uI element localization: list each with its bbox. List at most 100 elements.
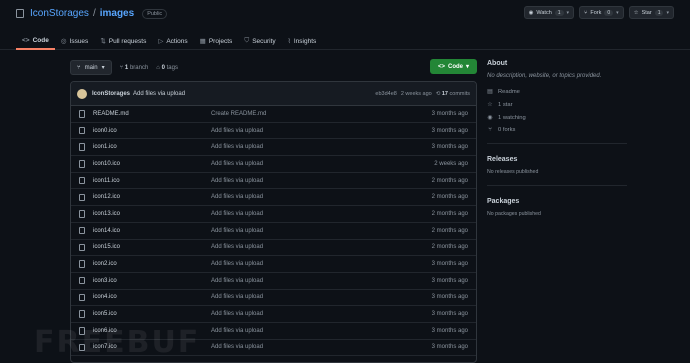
file-age: 3 months ago [431, 344, 468, 351]
tab-security[interactable]: ⛉ Security [238, 32, 281, 50]
file-age: 2 months ago [431, 177, 468, 184]
file-age: 2 months ago [431, 244, 468, 251]
star-count: 1 [654, 9, 664, 16]
commit-message[interactable]: Add files via upload [133, 91, 185, 97]
readme-link[interactable]: ▤ Readme [487, 88, 627, 96]
file-icon [79, 260, 85, 268]
file-name-link[interactable]: icon15.ico [93, 244, 211, 250]
file-name-link[interactable]: icon13.ico [93, 211, 211, 217]
file-name-link[interactable]: icon5.ico [93, 311, 211, 317]
file-commit-message[interactable]: Add files via upload [211, 311, 432, 317]
issue-icon: ◎ [60, 38, 67, 45]
tab-projects-label: Projects [208, 37, 233, 45]
file-commit-message[interactable]: Create README.md [211, 111, 432, 117]
tags-link[interactable]: ⌂ 0 tags [156, 65, 178, 71]
file-commit-message[interactable]: Add files via upload [211, 178, 432, 184]
file-commit-message[interactable]: Add files via upload [211, 261, 432, 267]
fork-button[interactable]: ⑂ Fork 0 ▾ [579, 6, 624, 19]
tab-code[interactable]: <> Code [16, 32, 55, 50]
chevron-down-icon: ▾ [466, 64, 470, 70]
releases-text: No releases published [487, 169, 539, 175]
file-age: 2 months ago [431, 227, 468, 234]
repo-icon [16, 9, 24, 18]
file-commit-message[interactable]: Add files via upload [211, 244, 432, 250]
code-icon: <> [22, 36, 30, 44]
file-name-link[interactable]: icon11.ico [93, 178, 211, 184]
packages-heading[interactable]: Packages [487, 198, 627, 205]
history-icon: ⟲ [435, 90, 441, 97]
file-icon [79, 210, 85, 218]
file-name-link[interactable]: icon10.ico [93, 161, 211, 167]
stars-label: 1 star [498, 101, 513, 108]
watching-label: 1 watching [498, 114, 526, 121]
repo-title: IconStorages / images Public [16, 8, 168, 19]
code-button[interactable]: <> Code ▾ [430, 59, 477, 74]
tab-pull-requests[interactable]: ⇅ Pull requests [94, 32, 152, 50]
watching-link[interactable]: ◉ 1 watching [487, 114, 627, 122]
repo-separator: / [92, 8, 96, 19]
file-icon [79, 176, 85, 185]
commit-author[interactable]: IconStorages [92, 91, 130, 97]
commits-link[interactable]: ⟲ 17 commits [436, 91, 470, 97]
table-row: icon15.ico Add files via upload 2 months a… [71, 240, 476, 257]
code-button-label: Code [448, 63, 463, 70]
table-row: icon3.ico Add files via upload 3 months ag… [71, 273, 476, 290]
table-icon: ▦ [199, 38, 206, 45]
chevron-down-icon: ▾ [101, 65, 105, 71]
file-commit-message[interactable]: Add files via upload [211, 211, 432, 217]
file-commit-message[interactable]: Add files via upload [211, 344, 432, 350]
latest-commit: IconStorages Add files via upload eb3d4e… [71, 82, 476, 106]
file-name-link[interactable]: icon1.ico [93, 144, 211, 150]
watch-button[interactable]: ◉ Watch 1 ▾ [523, 6, 575, 19]
tab-issues-label: Issues [69, 37, 89, 45]
eye-icon: ◉ [528, 9, 534, 16]
file-name-link[interactable]: icon2.ico [93, 261, 211, 267]
file-age: 3 months ago [431, 261, 468, 268]
table-row: icon1.ico Add files via upload 3 months ag… [71, 139, 476, 157]
branches-link[interactable]: ⑂ 1 branch [120, 65, 149, 71]
file-commit-message[interactable]: Add files via upload [211, 161, 434, 167]
file-age: 3 months ago [431, 144, 468, 151]
repo-actions: ◉ Watch 1 ▾ ⑂ Fork 0 ▾ ☆ Star 1 ▾ [523, 6, 674, 19]
branch-select-button[interactable]: ⑂ main ▾ [70, 60, 112, 75]
tab-issues[interactable]: ◎ Issues [55, 32, 94, 50]
avatar[interactable] [77, 88, 87, 99]
file-name-link[interactable]: icon14.ico [93, 228, 211, 234]
table-row: icon11.ico Add files via upload 2 months a… [71, 173, 476, 190]
file-name-link[interactable]: README.md [93, 111, 211, 117]
tab-insights[interactable]: ⌇ Insights [282, 32, 323, 50]
file-commit-message[interactable]: Add files via upload [211, 228, 432, 234]
file-name-link[interactable]: icon3.ico [93, 278, 211, 284]
readme-label: Readme [498, 88, 520, 95]
file-commit-message[interactable]: Add files via upload [211, 278, 432, 284]
watch-count: 1 [554, 9, 564, 16]
commit-sha[interactable]: eb3d4e8 [375, 91, 396, 97]
file-name-link[interactable]: icon12.ico [93, 194, 211, 200]
fork-icon: ⑂ [584, 9, 588, 16]
file-icon [79, 226, 85, 235]
repo-owner-link[interactable]: IconStorages [30, 8, 89, 19]
file-commit-message[interactable]: Add files via upload [211, 328, 432, 334]
repo-name-link[interactable]: images [100, 8, 134, 19]
releases-heading[interactable]: Releases [487, 156, 627, 163]
commits-count: 17 [441, 90, 448, 97]
star-button[interactable]: ☆ Star 1 ▾ [628, 6, 674, 19]
file-age: 3 months ago [431, 294, 468, 301]
sidebar: About No description, website, or topics… [487, 60, 627, 217]
file-name-link[interactable]: icon4.ico [93, 294, 211, 300]
chevron-down-icon: ▾ [616, 9, 619, 16]
file-age: 2 weeks ago [434, 160, 468, 167]
file-commit-message[interactable]: Add files via upload [211, 294, 432, 300]
forks-link[interactable]: ⑂ 0 forks [487, 127, 627, 133]
shield-icon: ⛉ [244, 37, 250, 44]
tab-actions[interactable]: ▷ Actions [152, 32, 193, 50]
stars-link[interactable]: ☆ 1 star [487, 101, 627, 109]
file-name-link[interactable]: icon0.ico [93, 128, 211, 134]
file-icon [79, 310, 85, 318]
file-commit-message[interactable]: Add files via upload [211, 128, 432, 134]
branch-bar: ⑂ main ▾ ⑂ 1 branch ⌂ 0 tags [70, 60, 178, 75]
fork-icon: ⑂ [488, 127, 492, 133]
file-commit-message[interactable]: Add files via upload [211, 144, 432, 150]
file-commit-message[interactable]: Add files via upload [211, 194, 432, 200]
tab-projects[interactable]: ▦ Projects [194, 32, 239, 50]
